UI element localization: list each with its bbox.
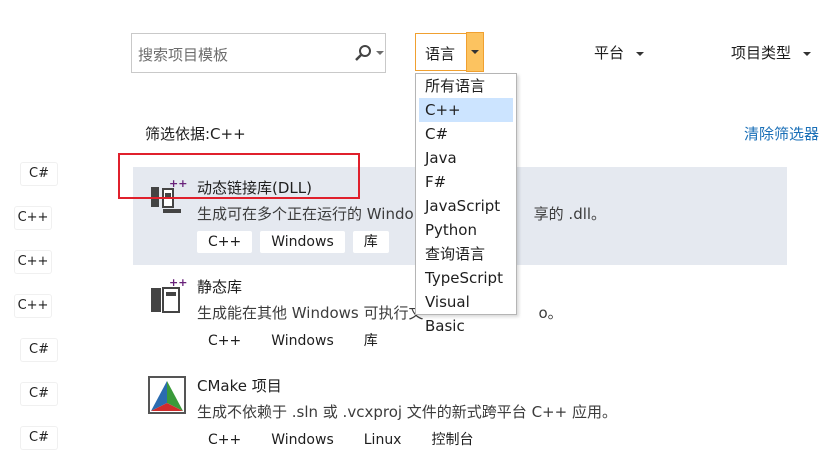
project-tag: Linux	[352, 429, 413, 451]
left-tag: C++	[15, 295, 51, 317]
project-tag: 控制台	[420, 429, 485, 451]
left-tag: C#	[21, 339, 57, 361]
search-input[interactable]: 搜索项目模板	[131, 33, 386, 73]
language-option-typescript[interactable]: TypeScript	[419, 266, 513, 290]
left-tag: C#	[21, 383, 57, 405]
chevron-down-icon	[803, 51, 812, 56]
highlight-box	[118, 153, 360, 199]
project-tag: C++	[197, 429, 253, 451]
project-tag: Windows	[260, 429, 345, 451]
static-library-icon: ++	[151, 276, 187, 313]
project-title: CMake 项目	[197, 377, 282, 395]
filter-by-label: 筛选依据:C++	[145, 125, 246, 143]
project-tag: 库	[352, 330, 389, 352]
chevron-down-icon	[636, 51, 645, 56]
language-option-python[interactable]: Python	[419, 218, 513, 242]
platform-filter-label: 平台	[594, 44, 625, 62]
clear-filters-link[interactable]: 清除筛选器	[744, 123, 819, 144]
search-icon[interactable]	[354, 44, 372, 62]
language-option-visualbasic[interactable]: Visual Basic	[419, 290, 513, 335]
left-tag: C++	[15, 207, 51, 229]
project-type-filter-label: 项目类型	[731, 44, 792, 62]
platform-filter[interactable]: 平台	[594, 42, 645, 63]
language-option-java[interactable]: Java	[419, 146, 513, 170]
language-option-fsharp[interactable]: F#	[419, 170, 513, 194]
language-option-query[interactable]: 查询语言	[419, 242, 513, 266]
project-tag: Windows	[260, 330, 345, 352]
language-option-all[interactable]: 所有语言	[419, 74, 513, 98]
language-dropdown-button[interactable]	[466, 32, 484, 72]
project-title: 静态库	[197, 278, 243, 296]
project-type-filter[interactable]: 项目类型	[731, 42, 812, 63]
language-option-cpp[interactable]: C++	[419, 98, 513, 122]
project-description: 生成可在多个正在运行的 Windo 享的 .dll。	[197, 205, 607, 223]
language-option-javascript[interactable]: JavaScript	[419, 194, 513, 218]
project-tag: C++	[197, 330, 253, 352]
project-template-cmake[interactable]: CMake 项目 生成不依赖于 .sln 或 .vcxproj 文件的新式跨平台…	[133, 365, 787, 463]
language-filter[interactable]: 语言	[415, 33, 467, 71]
language-dropdown-list: 所有语言 C++ C# Java F# JavaScript Python 查询…	[415, 73, 517, 335]
cmake-icon	[148, 376, 186, 414]
left-tag: C++	[15, 251, 51, 273]
project-tag: Windows	[260, 231, 345, 253]
project-tag: C++	[197, 231, 253, 253]
search-placeholder: 搜索项目模板	[138, 46, 229, 64]
project-description: 生成不依赖于 .sln 或 .vcxproj 文件的新式跨平台 C++ 应用。	[197, 403, 617, 421]
search-options-chevron-icon[interactable]	[376, 51, 384, 55]
language-option-csharp[interactable]: C#	[419, 122, 513, 146]
project-tag: 库	[352, 231, 389, 253]
language-filter-label: 语言	[425, 45, 456, 63]
left-tag: C#	[21, 163, 57, 185]
svg-text:++: ++	[169, 276, 187, 289]
left-tag: C#	[21, 427, 57, 449]
chevron-down-icon	[471, 50, 479, 54]
